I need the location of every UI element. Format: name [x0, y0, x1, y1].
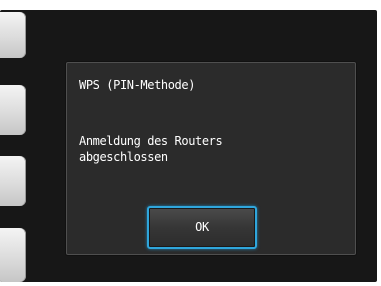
side-touch-button-3[interactable]	[0, 156, 26, 206]
camera-screen-frame: WPS (PIN-Methode) Anmeldung des Routers …	[0, 0, 381, 286]
dialog-title: WPS (PIN-Methode)	[79, 78, 196, 92]
display-area: WPS (PIN-Methode) Anmeldung des Routers …	[0, 10, 377, 282]
side-touch-button-2[interactable]	[0, 85, 26, 135]
dialog-message-line-1: Anmeldung des Routers	[79, 134, 223, 148]
dialog-message-line-2: abgeschlossen	[79, 150, 168, 164]
side-touch-button-4[interactable]	[0, 228, 26, 282]
ok-button[interactable]: OK	[147, 206, 257, 249]
dialog-message: Anmeldung des Routers abgeschlossen	[79, 133, 339, 165]
wps-dialog: WPS (PIN-Methode) Anmeldung des Routers …	[66, 62, 356, 255]
side-touch-button-1[interactable]	[0, 12, 26, 58]
